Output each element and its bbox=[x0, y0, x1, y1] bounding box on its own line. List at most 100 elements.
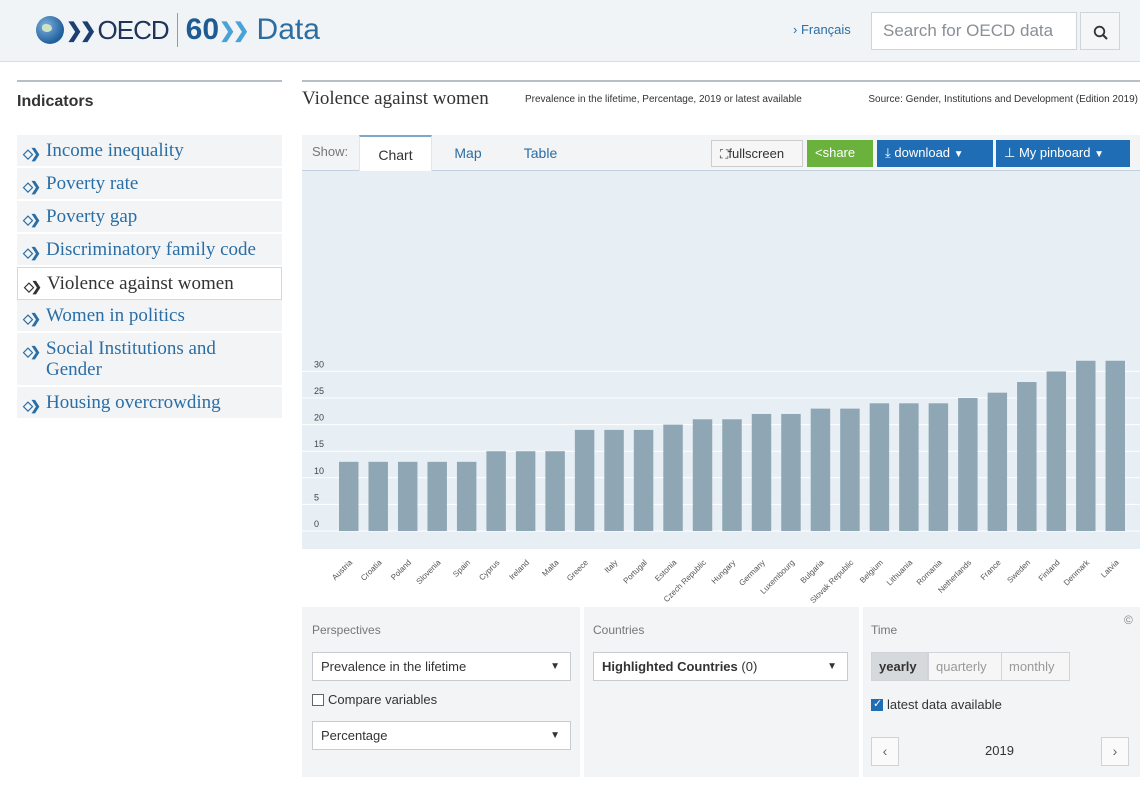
sidebar-item-label: Discriminatory family code bbox=[46, 239, 256, 260]
previous-year-button[interactable]: ‹ bbox=[871, 737, 899, 766]
chevron-down-icon: ▼ bbox=[550, 730, 560, 741]
bar[interactable] bbox=[633, 429, 654, 531]
x-tick-label: Poland bbox=[389, 558, 413, 582]
bar[interactable] bbox=[456, 461, 477, 531]
bar[interactable] bbox=[692, 419, 713, 531]
search-icon bbox=[1093, 25, 1108, 40]
sidebar-item-label: Poverty rate bbox=[46, 173, 139, 194]
download-button[interactable]: ⤓ download ▼ bbox=[877, 140, 993, 167]
share-icon: < bbox=[815, 145, 823, 160]
bar[interactable] bbox=[987, 392, 1008, 531]
sidebar-title: Indicators bbox=[17, 93, 94, 110]
bar[interactable] bbox=[722, 419, 742, 531]
search-button[interactable] bbox=[1080, 12, 1120, 50]
indicator-subtitle: Prevalence in the lifetime, Percentage, … bbox=[525, 94, 802, 105]
frequency-quarterly[interactable]: quarterly bbox=[928, 652, 1002, 681]
tab-chart[interactable]: Chart bbox=[359, 135, 432, 171]
indicator-chevron-icon: ◇❯ bbox=[23, 398, 41, 413]
page: ❯❯ OECD 60 ❯❯ Data › Français Search for… bbox=[0, 0, 1140, 785]
bar[interactable] bbox=[574, 429, 595, 531]
chart-toolbar: Show: Chart Map Table ⛶fullscreen <share… bbox=[302, 135, 1140, 171]
bar[interactable] bbox=[1105, 360, 1125, 531]
bar[interactable] bbox=[928, 403, 949, 531]
bar[interactable] bbox=[1076, 360, 1096, 531]
sidebar-item[interactable]: ◇❯ Social Institutions and Gender bbox=[17, 333, 282, 387]
site-header: ❯❯ OECD 60 ❯❯ Data › Français Search for… bbox=[0, 0, 1140, 62]
controls-divider bbox=[859, 607, 863, 777]
bar[interactable] bbox=[1046, 371, 1067, 531]
x-tick-label: Bulgaria bbox=[799, 558, 827, 586]
search-input[interactable]: Search for OECD data bbox=[871, 12, 1077, 50]
tab-table[interactable]: Table bbox=[507, 135, 574, 171]
x-tick-label: Ireland bbox=[507, 558, 531, 582]
bar[interactable] bbox=[781, 413, 801, 531]
countries-value: Highlighted Countries bbox=[602, 659, 738, 674]
fullscreen-label: fullscreen bbox=[728, 146, 785, 161]
countries-select[interactable]: Highlighted Countries (0) ▼ bbox=[593, 652, 848, 681]
compare-variables-label: Compare variables bbox=[328, 692, 438, 707]
fullscreen-button[interactable]: ⛶fullscreen bbox=[711, 140, 803, 167]
data-source: Source: Gender, Institutions and Develop… bbox=[868, 94, 1138, 105]
y-tick-label: 0 bbox=[314, 519, 319, 529]
sidebar-rule bbox=[17, 80, 282, 82]
countries-count: (0) bbox=[741, 659, 758, 674]
y-tick-label: 30 bbox=[314, 359, 324, 369]
countries-label: Countries bbox=[593, 623, 645, 637]
sidebar-item-label: Women in politics bbox=[46, 305, 185, 326]
frequency-yearly[interactable]: yearly bbox=[871, 652, 928, 681]
x-tick-label: Sweden bbox=[1005, 558, 1032, 585]
unit-select[interactable]: Percentage ▼ bbox=[312, 721, 571, 750]
sidebar-item[interactable]: ◇❯ Housing overcrowding bbox=[17, 387, 282, 420]
share-button[interactable]: <share bbox=[807, 140, 873, 167]
copyright-mark[interactable]: © bbox=[1124, 613, 1133, 627]
language-link[interactable]: › Français bbox=[793, 22, 851, 37]
anniversary-mark: 60 bbox=[185, 13, 220, 46]
chevron-down-icon: ▼ bbox=[550, 661, 560, 672]
pin-icon: ⊥ bbox=[1004, 145, 1016, 160]
bar[interactable] bbox=[869, 403, 890, 531]
bar[interactable] bbox=[427, 461, 447, 531]
indicator-chevron-icon: ◇❯ bbox=[23, 344, 41, 359]
bar[interactable] bbox=[339, 461, 359, 531]
x-tick-label: Greece bbox=[565, 558, 590, 583]
sidebar-item[interactable]: ◇❯ Violence against women bbox=[17, 267, 282, 300]
pinboard-label: My pinboard bbox=[1018, 145, 1091, 160]
bar[interactable] bbox=[368, 461, 388, 531]
pinboard-button[interactable]: ⊥ My pinboard ▼ bbox=[996, 140, 1130, 167]
bar[interactable] bbox=[486, 451, 506, 531]
bar[interactable] bbox=[545, 451, 565, 531]
bar[interactable] bbox=[840, 408, 860, 531]
perspective-value: Prevalence in the lifetime bbox=[321, 659, 467, 674]
indicator-title: Violence against women bbox=[302, 88, 489, 109]
bar[interactable] bbox=[810, 408, 831, 531]
time-label: Time bbox=[871, 623, 898, 637]
sidebar-item[interactable]: ◇❯ Poverty rate bbox=[17, 168, 282, 201]
x-tick-label: Croatia bbox=[359, 558, 384, 583]
sidebar-item[interactable]: ◇❯ Women in politics bbox=[17, 300, 282, 333]
perspective-select[interactable]: Prevalence in the lifetime ▼ bbox=[312, 652, 571, 681]
bar[interactable] bbox=[604, 429, 624, 531]
bar[interactable] bbox=[751, 413, 772, 531]
x-tick-label: Portugal bbox=[622, 558, 650, 586]
chevron-down-icon: ▼ bbox=[827, 661, 837, 672]
frequency-monthly[interactable]: monthly bbox=[1001, 652, 1070, 681]
bar[interactable] bbox=[397, 461, 418, 531]
next-year-button[interactable]: › bbox=[1101, 737, 1129, 766]
bar-chart: 0 5 10 15 20 25 30 Austria Croatia Poland Slovenia… bbox=[302, 359, 1140, 605]
bar[interactable] bbox=[515, 451, 536, 531]
bar[interactable] bbox=[899, 403, 919, 531]
bar[interactable] bbox=[663, 424, 683, 531]
bar[interactable] bbox=[958, 398, 978, 531]
x-tick-label: Spain bbox=[451, 558, 472, 579]
tab-map[interactable]: Map bbox=[438, 135, 498, 171]
sidebar-item[interactable]: ◇❯ Income inequality bbox=[17, 135, 282, 168]
bar[interactable] bbox=[1017, 382, 1037, 531]
sidebar-item[interactable]: ◇❯ Poverty gap bbox=[17, 201, 282, 234]
y-tick-label: 15 bbox=[314, 439, 324, 449]
sidebar-item[interactable]: ◇❯ Discriminatory family code bbox=[17, 234, 282, 267]
sidebar-item-label: Income inequality bbox=[46, 140, 184, 161]
oecd-logo[interactable]: ❯❯ OECD 60 ❯❯ Data bbox=[36, 12, 320, 48]
section-name: Data bbox=[256, 13, 320, 46]
compare-variables-checkbox[interactable]: Compare variables bbox=[312, 692, 437, 707]
latest-data-checkbox[interactable]: latest data available bbox=[871, 697, 1002, 712]
